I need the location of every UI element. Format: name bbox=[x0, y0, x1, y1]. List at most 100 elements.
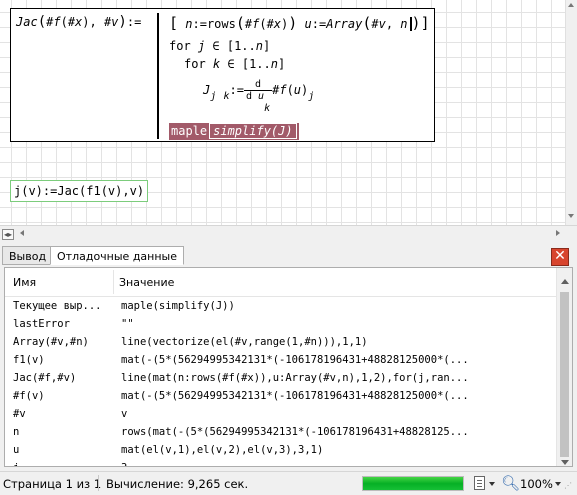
subscript-k: k bbox=[223, 91, 230, 102]
local-u: u bbox=[304, 17, 312, 31]
table-row[interactable]: u mat(el(v,1),el(v,2),el(v,3),3,1) bbox=[5, 441, 556, 459]
assign-op-3: := bbox=[229, 83, 244, 97]
arg-f: #f bbox=[244, 17, 260, 31]
row-value: mat(el(v,1),el(v,2),el(v,3),3,1) bbox=[121, 444, 324, 456]
for-keyword: for bbox=[169, 39, 191, 53]
row-value: "" bbox=[121, 318, 134, 330]
program-bar bbox=[157, 13, 159, 139]
split-view-icon[interactable]: ◂▸ bbox=[2, 229, 14, 240]
jac-assign: := bbox=[126, 15, 142, 29]
assign-op-2: := bbox=[311, 17, 327, 31]
table-row[interactable]: lastError "" bbox=[5, 315, 556, 333]
zoom-icon[interactable]: 🔍︎ bbox=[501, 474, 520, 492]
table-row[interactable]: Array(#v,#n) line(vectorize(el(#v,range(1… bbox=[5, 333, 556, 351]
worksheet-vertical-scrollbar[interactable] bbox=[565, 0, 577, 225]
scroll-left-icon[interactable] bbox=[20, 230, 24, 236]
jacobian-assignment[interactable]: Jj k:= d d uk #f(u)j bbox=[203, 79, 314, 119]
page-indicator: Страница 1 из 1 bbox=[3, 477, 102, 491]
table-row[interactable]: #f(v) mat(-(5*(56294995342131*(-106178196… bbox=[5, 387, 556, 405]
range-end-2: n bbox=[270, 57, 278, 71]
row-name: f1(v) bbox=[13, 354, 45, 366]
range-close-2: ] bbox=[278, 57, 286, 71]
jac-arg1: #f bbox=[46, 15, 61, 29]
row-value: 3 bbox=[121, 459, 553, 466]
table-header: Имя Значение bbox=[5, 268, 556, 297]
derivative-den-d: d bbox=[245, 91, 253, 102]
table-scroll-thumb[interactable] bbox=[560, 292, 569, 457]
table-row[interactable]: Jac(#f,#v) line(mat(n:rows(#f(#x)),u:Arra… bbox=[5, 369, 556, 387]
row-value: mat(-(5*(56294995342131*(-106178196431+4… bbox=[121, 390, 469, 402]
scroll-up-icon[interactable] bbox=[568, 3, 574, 7]
table-scroll-down-icon[interactable] bbox=[561, 460, 569, 465]
table-row[interactable]: j3 bbox=[5, 459, 556, 466]
rows-fn: rows bbox=[206, 17, 236, 31]
table-row[interactable]: #v v bbox=[5, 405, 556, 423]
range-close: ] bbox=[263, 39, 271, 53]
row-value: line(vectorize(el(#v,range(1,#n))),1,1) bbox=[121, 336, 368, 348]
row-name: n bbox=[13, 426, 20, 438]
column-header-value[interactable]: Значение bbox=[119, 276, 174, 289]
status-bar: Страница 1 из 1 Вычисление: 9,265 сек. 🔍… bbox=[0, 471, 577, 495]
range-end: n bbox=[255, 39, 263, 53]
jv-function-definition[interactable]: j(v):=Jac(f1(v),v) bbox=[10, 180, 149, 202]
element-of-symbol: ∈ bbox=[212, 39, 220, 53]
scroll-down-icon[interactable] bbox=[568, 214, 574, 218]
table-body: Текущее выр... maple(simplify(J)) lastErr… bbox=[5, 297, 556, 466]
simplify-call: simplify(J) bbox=[209, 123, 297, 139]
loop-var-j: j bbox=[197, 39, 206, 53]
row-value: mat(-(5*(56294995342131*(-106178196431+4… bbox=[121, 354, 469, 366]
worksheet-horizontal-scrollbar[interactable] bbox=[20, 229, 560, 239]
row-value: rows(mat(-(5*(56294995342131*(-106178196… bbox=[121, 426, 469, 438]
derivative-den-sub: k bbox=[264, 103, 271, 114]
tab-output[interactable]: Вывод bbox=[2, 246, 54, 265]
column-header-name[interactable]: Имя bbox=[13, 276, 36, 289]
table-row[interactable]: n rows(mat(-(5*(56294995342131*(-10617819… bbox=[5, 423, 556, 441]
loop-var-k: k bbox=[212, 57, 221, 71]
row-value: v bbox=[121, 408, 128, 420]
zoom-chevron-down-icon[interactable] bbox=[555, 482, 561, 486]
row-value: line(mat(n:rows(#f(#x)),u:Array(#v,n),1,… bbox=[121, 372, 469, 384]
arg-v: #v bbox=[371, 17, 386, 31]
for-loop-j[interactable]: for j ∈ [1..n] bbox=[169, 39, 270, 53]
column-separator[interactable] bbox=[113, 270, 114, 294]
resize-grip-icon[interactable]: ⋰ bbox=[564, 481, 574, 491]
row-name: Jac(#f,#v) bbox=[13, 372, 77, 384]
close-icon[interactable]: ✕ bbox=[551, 248, 569, 266]
element-of-symbol-2: ∈ bbox=[227, 57, 235, 71]
bottom-panel-tabs: Вывод Отладочные данные bbox=[0, 244, 577, 266]
debug-data-table: Имя Значение Текущее выр... maple(simplif… bbox=[4, 267, 573, 467]
row-name: #f(v) bbox=[13, 390, 45, 402]
for-loop-k[interactable]: for k ∈ [1..n] bbox=[184, 57, 285, 71]
progress-fill bbox=[363, 477, 463, 490]
table-vertical-scrollbar[interactable] bbox=[556, 268, 572, 466]
jac-arg2: #v bbox=[103, 15, 119, 29]
page-view-chevron-down-icon[interactable] bbox=[489, 482, 495, 486]
row-name: j bbox=[13, 459, 113, 466]
zoom-level[interactable]: 100% bbox=[520, 477, 553, 491]
jac-arg1-inner: #x bbox=[67, 15, 83, 29]
tab-debug-data[interactable]: Отладочные данные bbox=[50, 246, 184, 265]
row-name: Array(#v,#n) bbox=[13, 336, 89, 348]
scroll-right-icon[interactable] bbox=[556, 230, 560, 236]
row-name: Текущее выр... bbox=[13, 300, 102, 312]
local-n: n bbox=[185, 17, 193, 31]
row-name: u bbox=[13, 444, 20, 456]
assign-op: := bbox=[192, 17, 207, 31]
table-row[interactable]: f1(v) mat(-(5*(56294995342131*(-106178196… bbox=[5, 351, 556, 369]
range-start: [1.. bbox=[226, 39, 256, 53]
jac-function-definition[interactable]: Jac(#f(#x), #v):= [ n:=rows(#f(#x)) u:=A… bbox=[10, 8, 435, 142]
panel-splitter[interactable]: ◂▸ bbox=[0, 225, 577, 242]
subscript-j: j bbox=[210, 91, 217, 102]
maple-simplify-expression[interactable]: maple simplify(J) bbox=[169, 123, 299, 140]
subscript-j-2: j bbox=[308, 91, 315, 102]
calculation-progress-bar bbox=[362, 476, 464, 491]
program-line-local-defs[interactable]: [ n:=rows(#f(#x)) u:=Array(#v, n)] bbox=[169, 14, 430, 32]
fn-f: #f bbox=[272, 83, 287, 97]
table-scroll-up-icon[interactable] bbox=[561, 279, 569, 284]
derivative-numerator: d bbox=[243, 79, 273, 91]
fn-arg-u: u bbox=[293, 83, 302, 97]
worksheet-canvas[interactable]: Jac(#f(#x), #v):= [ n:=rows(#f(#x)) u:=A… bbox=[0, 0, 565, 225]
derivative-den-u: u bbox=[258, 91, 265, 102]
page-view-icon[interactable] bbox=[474, 476, 485, 490]
table-row[interactable]: Текущее выр... maple(simplify(J)) bbox=[5, 297, 556, 315]
